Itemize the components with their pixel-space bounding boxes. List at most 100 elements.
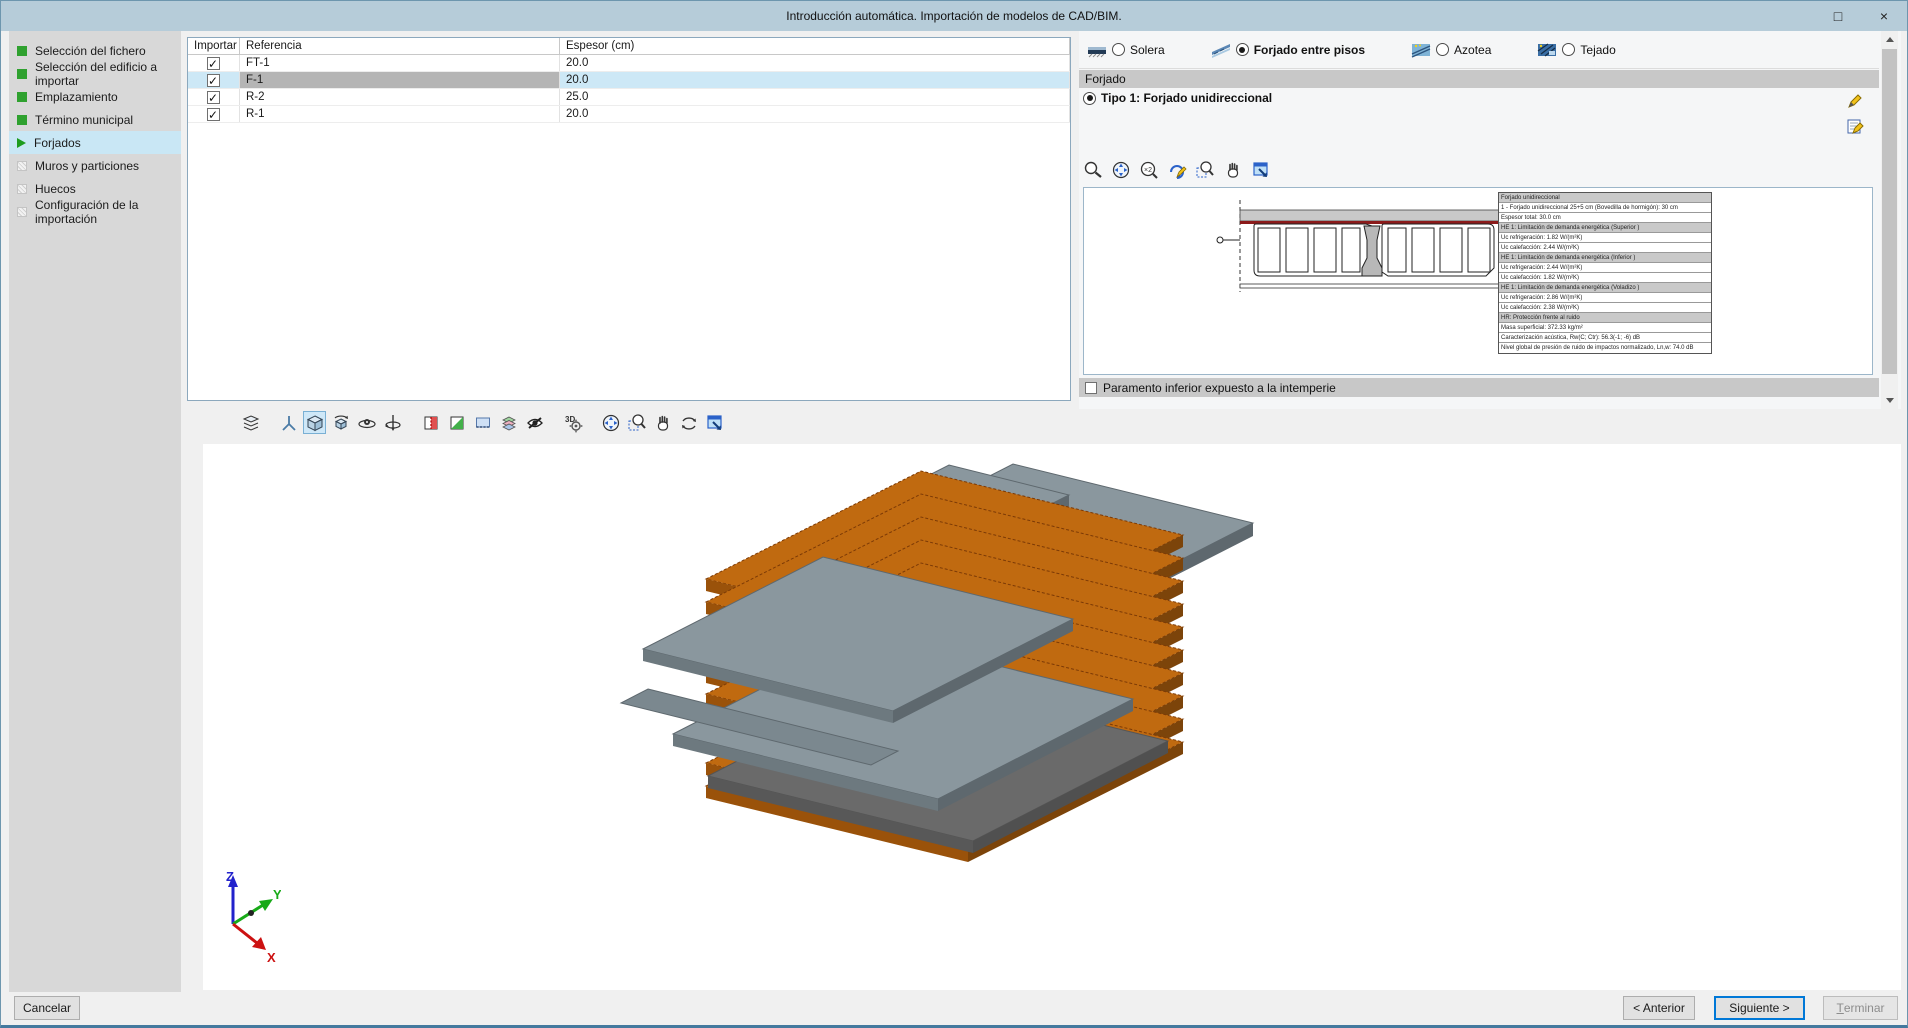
option-label: Forjado entre pisos xyxy=(1254,43,1365,57)
paramento-label: Paramento inferior expuesto a la intempe… xyxy=(1103,381,1336,395)
drawing-toolbar: ×2 xyxy=(1081,158,1272,181)
turntable-button[interactable] xyxy=(381,411,404,434)
import-checkbox[interactable] xyxy=(207,74,220,87)
option-azotea[interactable]: Azotea xyxy=(1411,42,1491,58)
zoom-x2-button[interactable]: ×2 xyxy=(1137,158,1160,181)
orbit-view-icon xyxy=(357,413,377,433)
orbit-view-button[interactable] xyxy=(355,411,378,434)
import-checkbox[interactable] xyxy=(207,91,220,104)
import-checkbox[interactable] xyxy=(207,57,220,70)
sidebar-item-label: Término municipal xyxy=(35,113,133,127)
rotate-cube-icon xyxy=(331,413,351,433)
paramento-checkbox[interactable] xyxy=(1085,382,1097,394)
axis-z-label: Z xyxy=(226,869,234,884)
next-button[interactable]: Siguiente > xyxy=(1714,996,1805,1020)
floor-between-storeys-icon xyxy=(1211,42,1231,58)
diagonal-plane-button[interactable] xyxy=(445,411,468,434)
zoom-window-button[interactable] xyxy=(1193,158,1216,181)
view-3d-toolbar: 3D xyxy=(239,411,726,434)
tipo-row[interactable]: Tipo 1: Forjado unidireccional xyxy=(1083,89,1272,107)
send-to-window-button[interactable] xyxy=(1249,158,1272,181)
table-row[interactable]: R-2 25.0 xyxy=(188,89,1070,106)
option-label: Azotea xyxy=(1454,43,1491,57)
sidebar-item-label: Emplazamiento xyxy=(35,90,118,104)
step-pending-icon xyxy=(17,184,27,194)
rotate-cube-button[interactable] xyxy=(329,411,352,434)
layers-button[interactable] xyxy=(239,411,262,434)
scroll-down-button[interactable] xyxy=(1881,392,1898,409)
option-tejado[interactable]: Tejado xyxy=(1537,42,1615,58)
sidebar-item-seleccion-edificio[interactable]: Selección del edificio a importar xyxy=(9,62,181,85)
sidebar-item-label: Configuración de la importación xyxy=(35,198,181,226)
panel-scrollbar xyxy=(1881,31,1898,409)
cell-espesor: 25.0 xyxy=(560,89,1070,105)
option-forjado-entre-pisos[interactable]: Forjado entre pisos xyxy=(1211,42,1365,58)
sidebar-item-muros-particiones[interactable]: Muros y particiones xyxy=(9,154,181,177)
axes-button[interactable] xyxy=(277,411,300,434)
turntable-icon xyxy=(383,413,403,433)
info-row: Uc refrigeración: 2.44 W/(m²K) xyxy=(1499,263,1711,273)
rotate-view-button[interactable] xyxy=(677,411,700,434)
table-row[interactable]: R-1 20.0 xyxy=(188,106,1070,123)
zoom-window-button-3d[interactable] xyxy=(625,411,648,434)
scroll-up-button[interactable] xyxy=(1881,31,1898,48)
sidebar-item-configuracion-importacion[interactable]: Configuración de la importación xyxy=(9,200,181,223)
table-row-selected[interactable]: F-1 20.0 xyxy=(188,72,1070,89)
send-to-window-button-3d[interactable] xyxy=(703,411,726,434)
clip-plane-button[interactable] xyxy=(471,411,494,434)
layer-stack-icon xyxy=(499,413,519,433)
layers-icon xyxy=(241,413,261,433)
redraw-button[interactable] xyxy=(1165,158,1188,181)
isometric-view-button[interactable] xyxy=(303,411,326,434)
pan-hand-button[interactable] xyxy=(1221,158,1244,181)
paramento-checkbox-bar: Paramento inferior expuesto a la intempe… xyxy=(1079,378,1879,397)
radio-forjado-entre-pisos[interactable] xyxy=(1236,43,1249,56)
hide-elements-button[interactable] xyxy=(523,411,546,434)
pan-hand-icon xyxy=(1223,160,1243,180)
radio-tejado[interactable] xyxy=(1562,43,1575,56)
scrollbar-thumb[interactable] xyxy=(1882,49,1897,374)
zoom-extents-button[interactable] xyxy=(1109,158,1132,181)
zoom-previous-button[interactable] xyxy=(1081,158,1104,181)
step-done-icon xyxy=(17,46,27,56)
table-row[interactable]: FT-1 20.0 xyxy=(188,55,1070,72)
sidebar-item-forjados[interactable]: Forjados xyxy=(9,131,181,154)
edit-description-button[interactable] xyxy=(1845,116,1865,136)
building-3d-model xyxy=(203,444,1901,990)
radio-azotea[interactable] xyxy=(1436,43,1449,56)
window-title: Introducción automática. Importación de … xyxy=(1,9,1907,23)
layer-stack-button[interactable] xyxy=(497,411,520,434)
edit-type-button[interactable] xyxy=(1845,91,1865,111)
section-box-button[interactable] xyxy=(419,411,442,434)
sidebar-item-label: Selección del edificio a importar xyxy=(35,60,181,88)
sidebar-item-emplazamiento[interactable]: Emplazamiento xyxy=(9,85,181,108)
zoom-extents-button-3d[interactable] xyxy=(599,411,622,434)
close-button[interactable]: × xyxy=(1861,1,1907,31)
finish-button[interactable]: Terminar xyxy=(1823,996,1898,1020)
info-row: HE 1: Limitación de demanda energética (… xyxy=(1499,223,1711,233)
footer-bar: Cancelar < Anterior Siguiente > Terminar xyxy=(1,992,1907,1025)
import-checkbox[interactable] xyxy=(207,108,220,121)
step-pending-icon xyxy=(17,207,27,217)
clip-plane-icon xyxy=(473,413,493,433)
pencil-document-icon xyxy=(1846,117,1864,135)
maximize-button[interactable]: □ xyxy=(1815,1,1861,31)
diagonal-plane-icon xyxy=(447,413,467,433)
zoom-x2-icon: ×2 xyxy=(1139,160,1159,180)
zoom-extents-icon xyxy=(601,413,621,433)
radio-tipo-1[interactable] xyxy=(1083,92,1096,105)
pan-hand-button-3d[interactable] xyxy=(651,411,674,434)
radio-solera[interactable] xyxy=(1112,43,1125,56)
flat-roof-icon xyxy=(1411,42,1431,58)
isometric-cube-icon xyxy=(305,413,325,433)
model-3d-viewport[interactable]: Z Y X xyxy=(203,444,1901,990)
cancel-button[interactable]: Cancelar xyxy=(14,996,80,1020)
view-3d-settings-button[interactable]: 3D xyxy=(561,411,584,434)
option-solera[interactable]: Solera xyxy=(1087,42,1165,58)
back-button[interactable]: < Anterior xyxy=(1623,996,1695,1020)
sidebar-item-label: Muros y particiones xyxy=(35,159,139,173)
column-header-referencia: Referencia xyxy=(240,38,560,54)
info-row: Espesor total: 30.0 cm xyxy=(1499,213,1711,223)
sidebar-item-termino-municipal[interactable]: Término municipal xyxy=(9,108,181,131)
cell-referencia: F-1 xyxy=(240,72,560,88)
